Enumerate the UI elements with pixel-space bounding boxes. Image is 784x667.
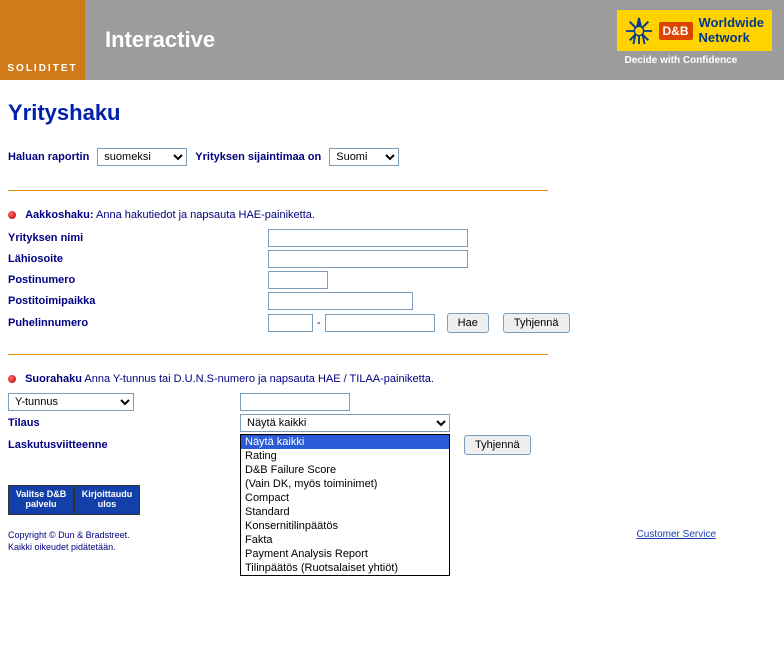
row-company-name: Yrityksen nimi (8, 229, 776, 247)
row-id: Y-tunnus (8, 393, 776, 411)
header-title: Interactive (105, 27, 215, 53)
label-street: Lähiosoite (8, 253, 268, 265)
order-option[interactable]: Compact (241, 491, 449, 505)
input-city[interactable] (268, 292, 413, 310)
header-main: Interactive D&B Worldwide Network Decid (85, 0, 784, 80)
alpha-heading: Aakkoshaku: Anna hakutiedot ja napsauta … (8, 209, 776, 221)
input-street[interactable] (268, 250, 468, 268)
phone-sep: - (317, 317, 321, 329)
label-ref: Laskutusviitteenne (8, 439, 240, 451)
logo-text: SOLIDITET (7, 63, 77, 74)
label-phone: Puhelinnumero (8, 317, 268, 329)
row-order: Tilaus Näytä kaikki Näytä kaikki Rating … (8, 414, 776, 432)
dnb-tagline: Decide with Confidence (617, 51, 772, 70)
alpha-heading-rest: Anna hakutiedot ja napsauta HAE-painiket… (96, 209, 315, 221)
direct-heading-rest: Anna Y-tunnus tai D.U.N.S-numero ja naps… (84, 373, 434, 385)
logout-button[interactable]: Kirjoittaudu ulos (74, 485, 140, 515)
page-title: Yrityshaku (8, 100, 776, 126)
dnb-text: Worldwide Network (699, 16, 764, 45)
order-select[interactable]: Näytä kaikki (240, 414, 450, 432)
row-city: Postitoimipaikka (8, 292, 776, 310)
report-lang-select[interactable]: suomeksi (97, 148, 187, 166)
label-city: Postitoimipaikka (8, 295, 268, 307)
order-option[interactable]: Fakta (241, 533, 449, 547)
label-order: Tilaus (8, 417, 240, 429)
dnb-badge: D&B Worldwide Network Decide with Confid… (617, 10, 772, 70)
label-postcode: Postinumero (8, 274, 268, 286)
choose-service-button[interactable]: Valitse D&B palvelu (8, 485, 74, 515)
report-lang-label: Haluan raportin (8, 151, 89, 163)
dnb-badge-top: D&B Worldwide Network (617, 10, 772, 51)
divider (8, 190, 548, 191)
direct-heading: Suorahaku Anna Y-tunnus tai D.U.N.S-nume… (8, 373, 776, 385)
input-phone-prefix[interactable] (268, 314, 313, 332)
sun-icon (625, 17, 653, 45)
order-option[interactable]: Rating (241, 449, 449, 463)
order-option[interactable]: Standard (241, 505, 449, 519)
order-option[interactable]: Näytä kaikki (241, 435, 449, 449)
soliditet-logo: SOLIDITET (0, 0, 85, 80)
clear-button-alpha[interactable]: Tyhjennä (503, 313, 570, 333)
top-filter-row: Haluan raportin suomeksi Yrityksen sijai… (8, 148, 776, 166)
order-option[interactable]: (Vain DK, myös toiminimet) (241, 477, 449, 491)
dnb-square: D&B (659, 22, 693, 40)
input-postcode[interactable] (268, 271, 328, 289)
order-option[interactable]: D&B Failure Score (241, 463, 449, 477)
alpha-heading-bold: Aakkoshaku: (25, 209, 93, 221)
order-option[interactable]: Payment Analysis Report (241, 547, 449, 561)
bullet-icon (8, 375, 16, 383)
input-company-name[interactable] (268, 229, 468, 247)
id-type-select[interactable]: Y-tunnus (8, 393, 134, 411)
divider (8, 354, 548, 355)
order-dropdown-open: Näytä kaikki Rating D&B Failure Score (V… (240, 434, 450, 576)
row-phone: Puhelinnumero - Hae Tyhjennä (8, 313, 776, 333)
input-id-value[interactable] (240, 393, 350, 411)
dnb-line2: Network (699, 31, 764, 45)
country-select[interactable]: Suomi (329, 148, 399, 166)
dnb-line1: Worldwide (699, 16, 764, 30)
customer-service-link[interactable]: Customer Service (637, 529, 716, 540)
order-option[interactable]: Konsernitilinpäätös (241, 519, 449, 533)
order-select-wrap: Näytä kaikki Näytä kaikki Rating D&B Fai… (240, 414, 450, 432)
country-label: Yrityksen sijaintimaa on (195, 151, 321, 163)
row-street: Lähiosoite (8, 250, 776, 268)
label-company-name: Yrityksen nimi (8, 232, 268, 244)
clear-button-direct[interactable]: Tyhjennä (464, 435, 531, 455)
search-button[interactable]: Hae (447, 313, 489, 333)
app-header: SOLIDITET Interactive D&B Worldwide Netw… (0, 0, 784, 80)
bullet-icon (8, 211, 16, 219)
row-postcode: Postinumero (8, 271, 776, 289)
order-option[interactable]: Tilinpäätös (Ruotsalaiset yhtiöt) (241, 561, 449, 575)
input-phone-number[interactable] (325, 314, 435, 332)
content: Yrityshaku Haluan raportin suomeksi Yrit… (0, 80, 784, 564)
direct-heading-bold: Suorahaku (25, 373, 82, 385)
